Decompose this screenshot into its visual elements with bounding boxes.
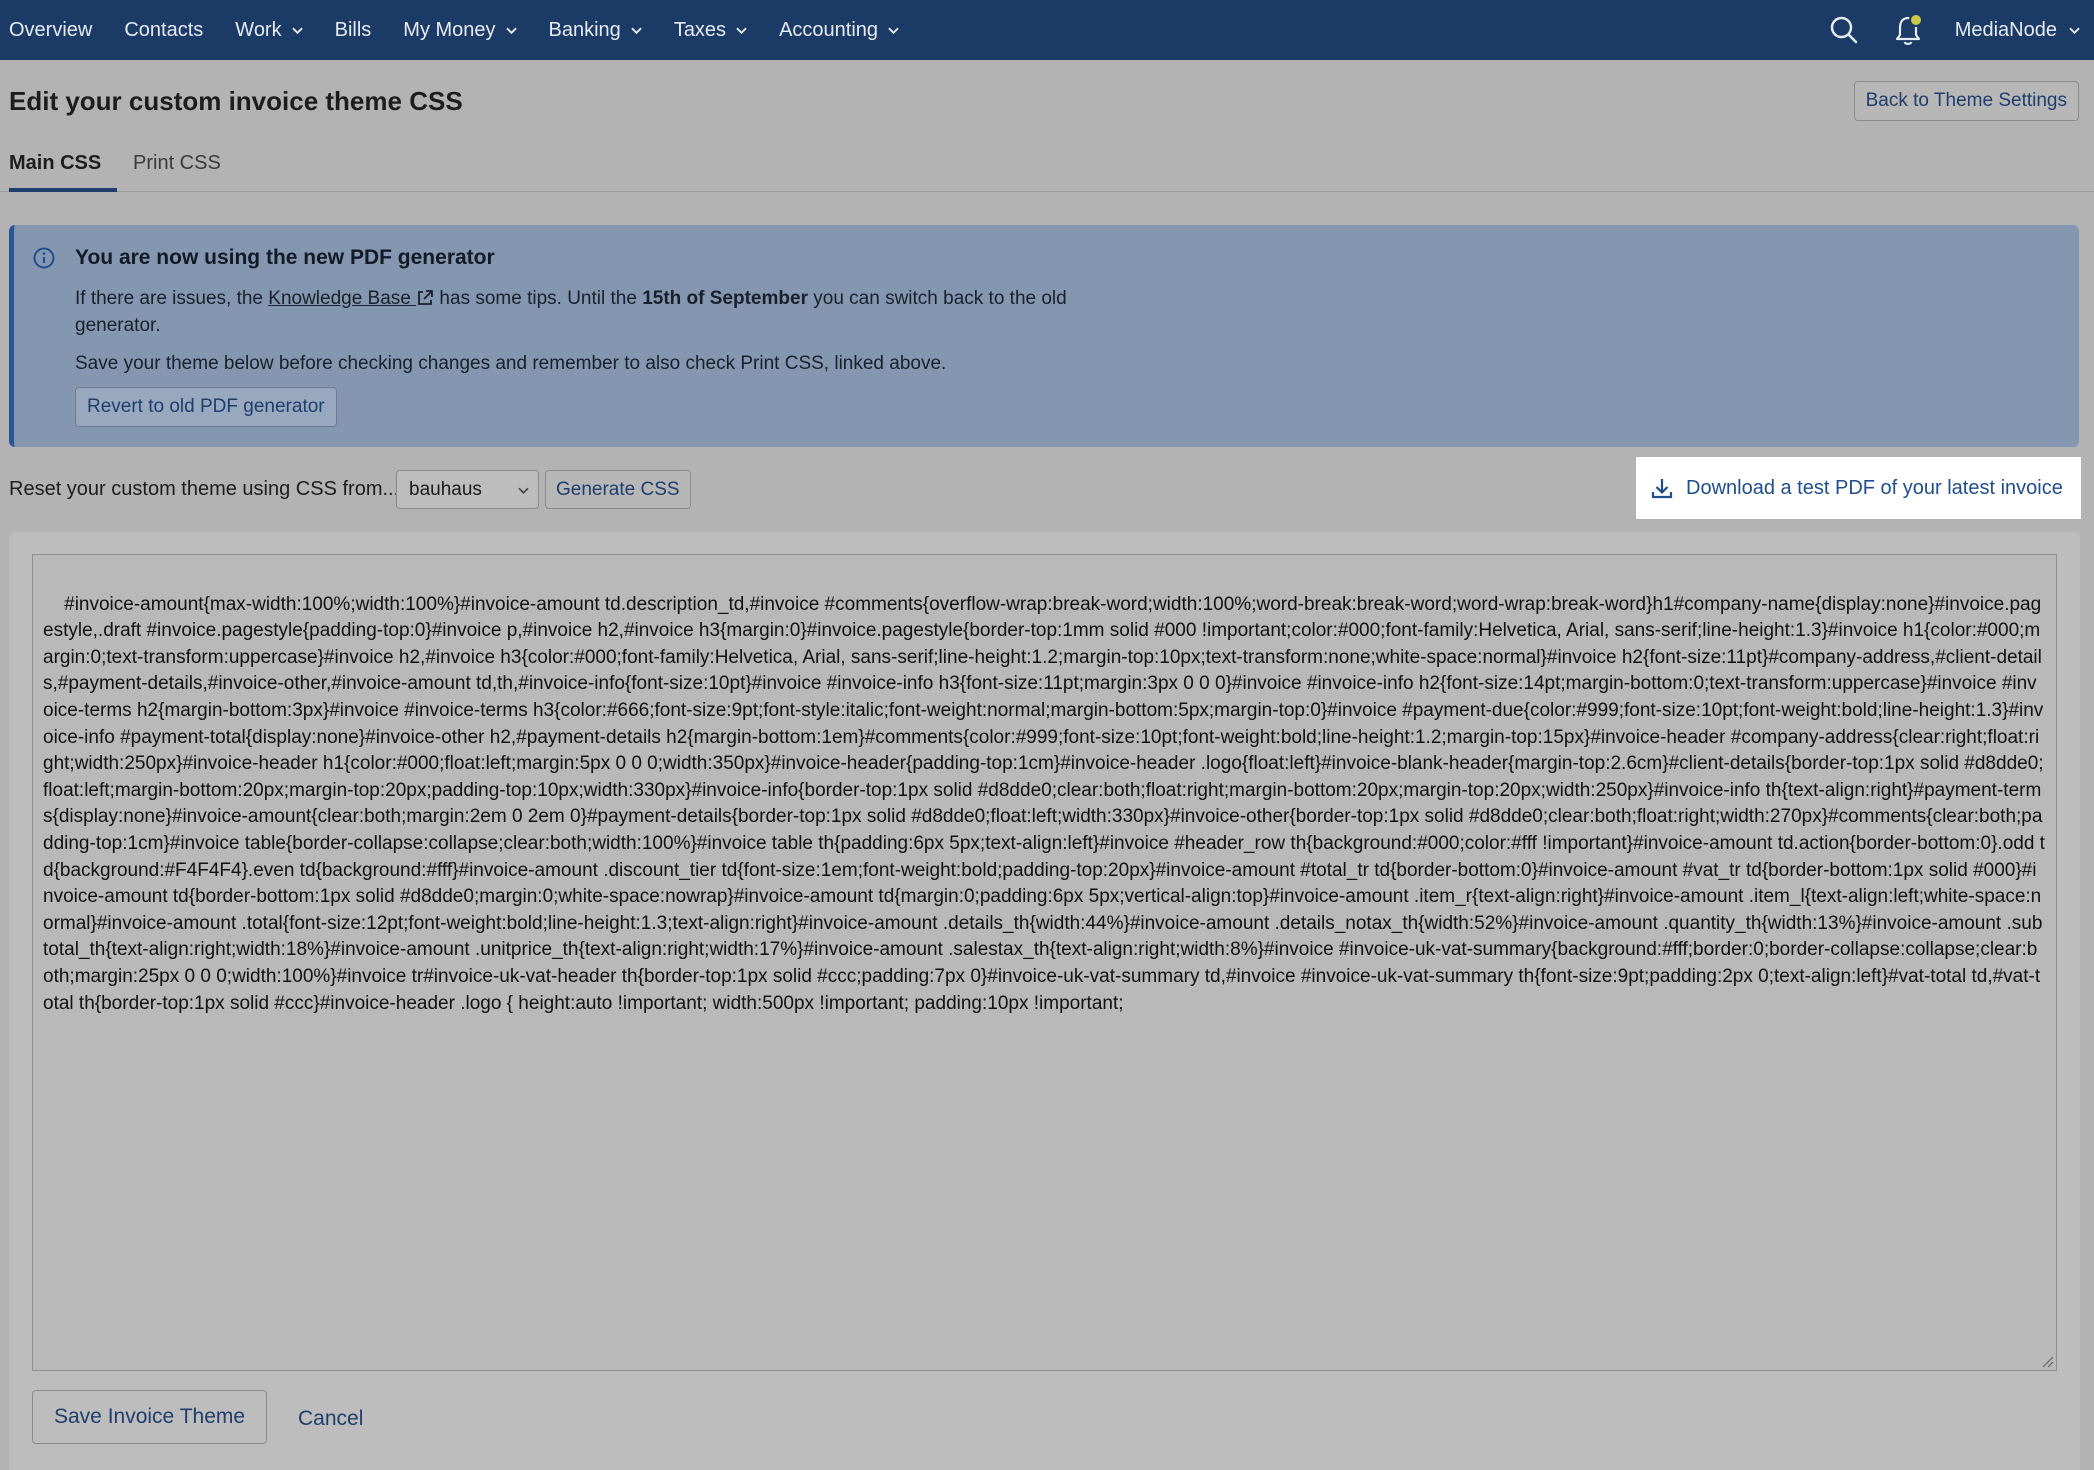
- account-menu[interactable]: MediaNode: [1955, 19, 2080, 42]
- pdf-generator-notice: You are now using the new PDF generator …: [9, 225, 2079, 447]
- knowledge-base-link-label: Knowledge Base: [268, 288, 411, 309]
- back-to-theme-settings-button[interactable]: Back to Theme Settings: [1853, 81, 2079, 121]
- nav-item-taxes[interactable]: Taxes: [674, 19, 747, 42]
- chevron-down-icon: [291, 27, 303, 34]
- css-content: #invoice-amount{max-width:100%;width:100…: [43, 593, 2045, 1014]
- notice-text-middle: has some tips. Until the: [434, 288, 643, 309]
- nav-item-contacts[interactable]: Contacts: [124, 19, 203, 42]
- knowledge-base-link[interactable]: Knowledge Base: [268, 288, 434, 309]
- cancel-link[interactable]: Cancel: [298, 1407, 363, 1431]
- theme-select-value: bauhaus: [409, 478, 482, 500]
- editor-panel: #invoice-amount{max-width:100%;width:100…: [9, 532, 2080, 1470]
- search-icon: [1830, 16, 1858, 44]
- account-name: MediaNode: [1954, 18, 2057, 41]
- top-nav: Overview Contacts Work Bills My Money Ba…: [0, 0, 2094, 60]
- generate-css-button[interactable]: Generate CSS: [545, 470, 691, 509]
- chevron-down-icon: [2069, 27, 2080, 34]
- reset-theme-label: Reset your custom theme using CSS from..…: [9, 478, 400, 500]
- nav-item-label: Banking: [548, 18, 621, 41]
- page-title: Edit your custom invoice theme CSS: [9, 86, 463, 116]
- info-icon: [33, 247, 55, 269]
- search-button[interactable]: [1827, 13, 1861, 47]
- chevron-down-icon: [505, 27, 517, 34]
- nav-item-label: Contacts: [124, 18, 204, 41]
- tab-bar: Main CSS Print CSS: [0, 140, 2094, 192]
- theme-select[interactable]: bauhaus: [396, 470, 539, 509]
- nav-item-label: Bills: [334, 18, 372, 41]
- nav-item-label: Overview: [9, 18, 93, 41]
- nav-item-label: Taxes: [673, 18, 727, 41]
- chevron-down-icon: [631, 27, 642, 34]
- nav-item-bills[interactable]: Bills: [335, 19, 372, 42]
- save-invoice-theme-button[interactable]: Save Invoice Theme: [32, 1390, 268, 1444]
- download-icon: [1651, 479, 1673, 499]
- tab-main-css[interactable]: Main CSS: [9, 152, 117, 192]
- notice-text-line2: Save your theme below before checking ch…: [75, 353, 947, 374]
- revert-pdf-generator-button[interactable]: Revert to old PDF generator: [75, 387, 337, 427]
- nav-item-banking[interactable]: Banking: [549, 19, 642, 42]
- nav-item-work[interactable]: Work: [235, 18, 303, 42]
- css-textarea[interactable]: #invoice-amount{max-width:100%;width:100…: [32, 554, 2057, 1371]
- notice-text-start: If there are issues, the: [75, 288, 269, 309]
- external-link-icon: [418, 290, 434, 305]
- chevron-down-icon: [736, 27, 747, 34]
- nav-item-label: Accounting: [779, 18, 879, 41]
- nav-right: MediaNode: [1827, 0, 2080, 60]
- notice-title: You are now using the new PDF generator: [75, 246, 495, 269]
- chevron-down-icon: [888, 27, 899, 34]
- download-test-pdf-label: Download a test PDF of your latest invoi…: [1686, 476, 2063, 499]
- nav-item-accounting[interactable]: Accounting: [779, 19, 899, 42]
- notice-date: 15th of September: [642, 288, 808, 309]
- tab-print-css[interactable]: Print CSS: [133, 152, 221, 192]
- resize-grip-icon[interactable]: [2040, 1354, 2054, 1368]
- nav-item-overview[interactable]: Overview: [9, 19, 92, 42]
- notifications-button[interactable]: [1891, 13, 1925, 47]
- nav-item-label: My Money: [403, 18, 496, 41]
- notice-text: If there are issues, the Knowledge Base …: [75, 285, 1115, 339]
- notification-badge-icon: [1908, 13, 1923, 27]
- download-test-pdf-button[interactable]: Download a test PDF of your latest invoi…: [1636, 457, 2081, 519]
- nav-item-my-money[interactable]: My Money: [403, 18, 517, 42]
- chevron-down-icon: [518, 487, 529, 494]
- nav-item-label: Work: [235, 18, 282, 41]
